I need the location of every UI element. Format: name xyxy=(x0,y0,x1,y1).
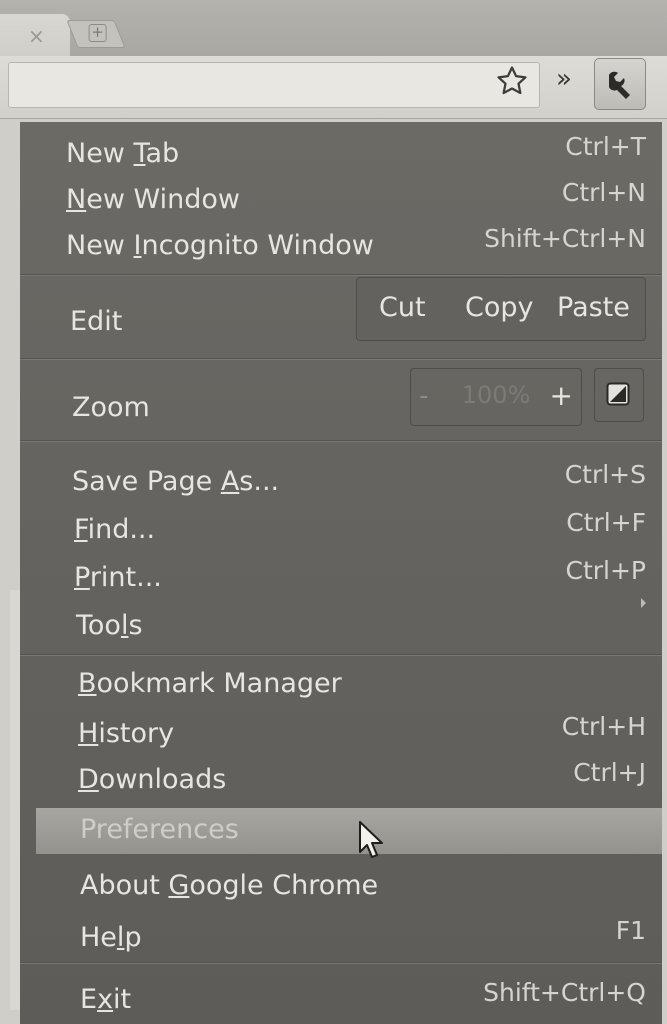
wrench-menu-button[interactable] xyxy=(594,58,646,110)
edit-button-group: Cut Copy Paste xyxy=(356,277,646,341)
menu-item-new-incognito-window[interactable]: New Incognito Window Shift+Ctrl+N xyxy=(66,224,646,266)
address-bar[interactable] xyxy=(8,62,540,108)
close-icon[interactable]: × xyxy=(28,24,45,48)
label-part: ind... xyxy=(87,514,156,545)
menu-item-new-window[interactable]: New Window Ctrl+N xyxy=(66,178,646,220)
menu-item-label: Print... xyxy=(74,562,162,593)
wrench-icon xyxy=(609,71,630,99)
menu-item-label: Downloads xyxy=(78,764,226,795)
edit-label: Edit xyxy=(70,306,123,337)
shortcut-label: Ctrl+N xyxy=(561,178,646,207)
menu-item-label: New Tab xyxy=(66,138,179,169)
menu-item-tools[interactable]: Tools xyxy=(76,606,646,646)
label-part: s... xyxy=(239,466,280,497)
menu-separator xyxy=(20,962,662,963)
browser-toolbar: » xyxy=(0,56,667,119)
label-part: ookmark Manager xyxy=(96,668,342,699)
shortcut-label: F1 xyxy=(615,916,646,945)
label-part: istory xyxy=(98,718,175,749)
menu-item-label: Tools xyxy=(76,610,143,641)
mnemonic: H xyxy=(78,718,99,749)
label-part: Save Page xyxy=(72,466,221,497)
fullscreen-button[interactable] xyxy=(594,368,644,422)
mnemonic: x xyxy=(97,984,114,1015)
browser-tab[interactable]: × xyxy=(0,14,70,62)
menu-item-label: Bookmark Manager xyxy=(78,668,342,699)
submenu-arrow-icon xyxy=(641,598,646,608)
shortcut-label: Ctrl+F xyxy=(566,508,646,537)
mnemonic: N xyxy=(66,184,87,215)
menu-item-history[interactable]: History Ctrl+H xyxy=(78,712,646,754)
shortcut-label: Ctrl+P xyxy=(565,556,646,585)
menu-item-label: Save Page As... xyxy=(72,466,279,497)
menu-item-label: New Window xyxy=(66,184,240,215)
shortcut-label: Ctrl+J xyxy=(573,758,646,787)
label-part: E xyxy=(80,984,98,1015)
plus-icon: + xyxy=(88,23,107,42)
menu-item-downloads[interactable]: Downloads Ctrl+J xyxy=(78,758,646,800)
menu-item-help[interactable]: Help F1 xyxy=(80,916,646,958)
menu-item-label: New Incognito Window xyxy=(66,230,374,261)
menu-separator xyxy=(20,358,662,359)
zoom-label: Zoom xyxy=(72,392,150,423)
copy-button[interactable]: Copy xyxy=(465,292,534,323)
menu-item-preferences[interactable]: Preferences xyxy=(36,808,662,854)
menu-separator xyxy=(20,440,662,441)
mnemonic: A xyxy=(220,466,240,497)
menu-item-save-page-as[interactable]: Save Page As... Ctrl+S xyxy=(72,460,646,502)
label-part: New xyxy=(66,230,134,261)
label-part: He xyxy=(80,922,117,953)
menu-item-exit[interactable]: Exit Shift+Ctrl+Q xyxy=(80,978,646,1020)
menu-item-label: History xyxy=(78,718,174,749)
menu-item-print[interactable]: Print... Ctrl+P xyxy=(74,556,646,598)
menu-item-label: Exit xyxy=(80,984,131,1015)
cut-button[interactable]: Cut xyxy=(379,292,426,323)
mnemonic: P xyxy=(74,562,90,593)
mnemonic: T xyxy=(133,138,146,169)
menu-item-label: About Google Chrome xyxy=(80,870,378,901)
menu-item-about-google-chrome[interactable]: About Google Chrome xyxy=(80,866,646,906)
menu-item-label: Find... xyxy=(74,514,155,545)
label-part: About xyxy=(80,870,169,901)
zoom-in-button[interactable]: + xyxy=(550,379,573,412)
zoom-control: - 100% + xyxy=(410,368,582,426)
wrench-menu: New Tab Ctrl+T New Window Ctrl+N New Inc… xyxy=(20,122,662,1024)
star-icon[interactable] xyxy=(495,64,529,98)
label-part: s xyxy=(128,610,143,641)
mnemonic: B xyxy=(78,668,97,699)
label-part: Too xyxy=(76,610,121,641)
label-part: ownloads xyxy=(98,764,227,795)
shortcut-label: Shift+Ctrl+N xyxy=(484,224,646,253)
menu-item-label: Help xyxy=(80,922,142,953)
menu-item-bookmark-manager[interactable]: Bookmark Manager xyxy=(78,664,646,704)
label-part: p xyxy=(124,922,142,953)
shortcut-label: Shift+Ctrl+Q xyxy=(483,978,646,1007)
label-part: ncognito Window xyxy=(141,230,374,261)
mnemonic: G xyxy=(168,870,190,901)
label-part: oogle Chrome xyxy=(189,870,379,901)
shortcut-label: Ctrl+S xyxy=(564,460,646,489)
label-part: New xyxy=(66,138,134,169)
menu-separator xyxy=(20,274,662,275)
label-part: rint... xyxy=(89,562,162,593)
mnemonic: F xyxy=(74,514,88,545)
mnemonic: D xyxy=(78,764,99,795)
fullscreen-icon xyxy=(606,382,630,406)
label-part: ew Window xyxy=(86,184,240,215)
menu-item-label: Preferences xyxy=(80,814,239,845)
shortcut-label: Ctrl+T xyxy=(565,132,646,161)
label-part: it xyxy=(113,984,132,1015)
menu-item-new-tab[interactable]: New Tab Ctrl+T xyxy=(66,132,646,174)
menu-separator xyxy=(20,654,662,655)
chevron-icon[interactable]: » xyxy=(556,64,572,94)
new-tab-button[interactable]: + xyxy=(66,20,126,48)
paste-button[interactable]: Paste xyxy=(557,292,630,323)
tab-strip: × + xyxy=(0,0,667,62)
shortcut-label: Ctrl+H xyxy=(561,712,646,741)
mouse-cursor-icon xyxy=(359,821,383,858)
label-part: ab xyxy=(145,138,180,169)
menu-item-find[interactable]: Find... Ctrl+F xyxy=(74,508,646,550)
